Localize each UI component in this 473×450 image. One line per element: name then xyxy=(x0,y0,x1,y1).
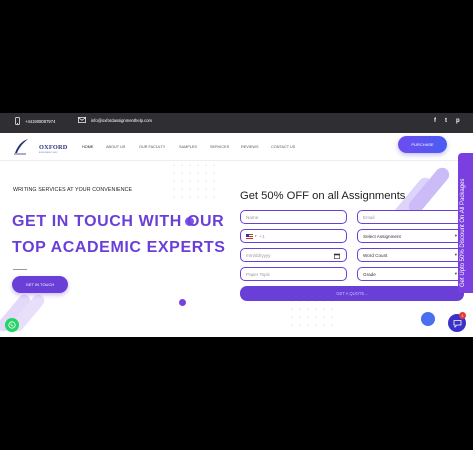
nav-about-us[interactable]: ABOUT US xyxy=(106,145,125,149)
word-count-value: Word Count xyxy=(363,252,388,258)
logo-tagline: ASSIGNMENT HELP xyxy=(39,152,58,154)
nav-contact-us[interactable]: CONTACT US xyxy=(271,145,295,149)
paper-topic-field[interactable]: Paper Topic xyxy=(240,267,347,281)
email-icon xyxy=(78,117,86,123)
us-flag-icon xyxy=(246,233,253,239)
chat-notification-badge: 1 xyxy=(459,312,466,319)
phone-number: +441908087974 xyxy=(25,118,56,124)
grade-select[interactable]: Grade ▾ xyxy=(357,267,463,281)
email-address: info@oxfordassignmenthelp.com xyxy=(91,117,153,123)
chevron-down-icon: ▾ xyxy=(454,271,457,276)
deadline-date-field[interactable]: mm/dd/yyyy xyxy=(240,248,347,262)
pinterest-icon[interactable]: p xyxy=(456,118,460,124)
webpage-viewport: +441908087974 info@oxfordassignmenthelp.… xyxy=(0,113,473,337)
quill-logo-icon xyxy=(14,139,28,155)
email-placeholder: Email xyxy=(363,214,375,220)
top-contact-bar: +441908087974 info@oxfordassignmenthelp.… xyxy=(0,113,473,133)
whatsapp-icon xyxy=(8,321,16,329)
phone-contact[interactable]: +441908087974 xyxy=(15,117,55,125)
site-logo[interactable]: OXFORD ASSIGNMENT HELP xyxy=(12,137,67,157)
word-count-select[interactable]: Word Count ▾ xyxy=(357,248,463,262)
hero-heading-line1: GET IN TOUCH WITH OUR xyxy=(12,213,225,230)
get-a-quote-button[interactable]: GET A QUOTE... xyxy=(240,286,464,301)
chat-bubble-icon xyxy=(453,319,461,328)
email-contact[interactable]: info@oxfordassignmenthelp.com xyxy=(78,117,152,123)
hero-divider xyxy=(13,269,27,270)
phone-prefix: +1 xyxy=(259,233,265,239)
nav-home[interactable]: HOME xyxy=(82,145,93,149)
whatsapp-button[interactable] xyxy=(5,318,19,332)
discount-side-tab[interactable]: Get Upto 50% Discount On All Packages xyxy=(458,153,473,293)
paper-topic-placeholder: Paper Topic xyxy=(246,271,271,277)
chevron-down-icon: ▾ xyxy=(454,233,457,238)
chevron-down-icon: ▾ xyxy=(454,252,457,257)
decorative-dot-grid xyxy=(170,161,220,201)
phone-icon xyxy=(15,117,20,125)
country-chevron-icon: ▾ xyxy=(255,234,257,238)
nav-samples[interactable]: SAMPLES xyxy=(179,145,197,149)
email-field[interactable]: Email xyxy=(357,210,463,224)
name-field[interactable]: Name xyxy=(240,210,347,224)
chat-badge-count: 1 xyxy=(461,313,464,318)
facebook-icon[interactable]: f xyxy=(434,118,436,124)
twitter-icon[interactable]: t xyxy=(445,118,447,124)
assignment-select-value: Select Assignment xyxy=(363,233,401,239)
nav-our-faculty[interactable]: OUR FACULTY xyxy=(139,145,165,149)
decorative-circle xyxy=(179,299,186,306)
logo-wordmark: OXFORD xyxy=(39,144,68,151)
assignment-select[interactable]: Select Assignment ▾ xyxy=(357,229,463,243)
discount-side-tab-label: Get Upto 50% Discount On All Packages xyxy=(460,178,466,287)
nav-services[interactable]: SERVICES xyxy=(210,145,229,149)
form-title: Get 50% OFF on all Assignments xyxy=(240,190,406,202)
purchase-button[interactable]: PURCHASE xyxy=(398,136,447,153)
nav-reviews[interactable]: REVIEWS xyxy=(241,145,259,149)
name-placeholder: Name xyxy=(246,214,259,220)
get-in-touch-button[interactable]: GET IN TOUCH xyxy=(12,276,68,293)
hero-kicker: WRITING SERVICES AT YOUR CONVENIENCE xyxy=(13,187,133,193)
phone-field[interactable]: ▾ +1 xyxy=(240,229,347,243)
date-placeholder: mm/dd/yyyy xyxy=(246,252,271,258)
grade-value: Grade xyxy=(363,271,376,277)
hero-heading-line2: TOP ACADEMIC EXPERTS xyxy=(12,239,226,256)
calendar-icon xyxy=(334,253,340,259)
scroll-to-top-button[interactable] xyxy=(421,312,435,326)
